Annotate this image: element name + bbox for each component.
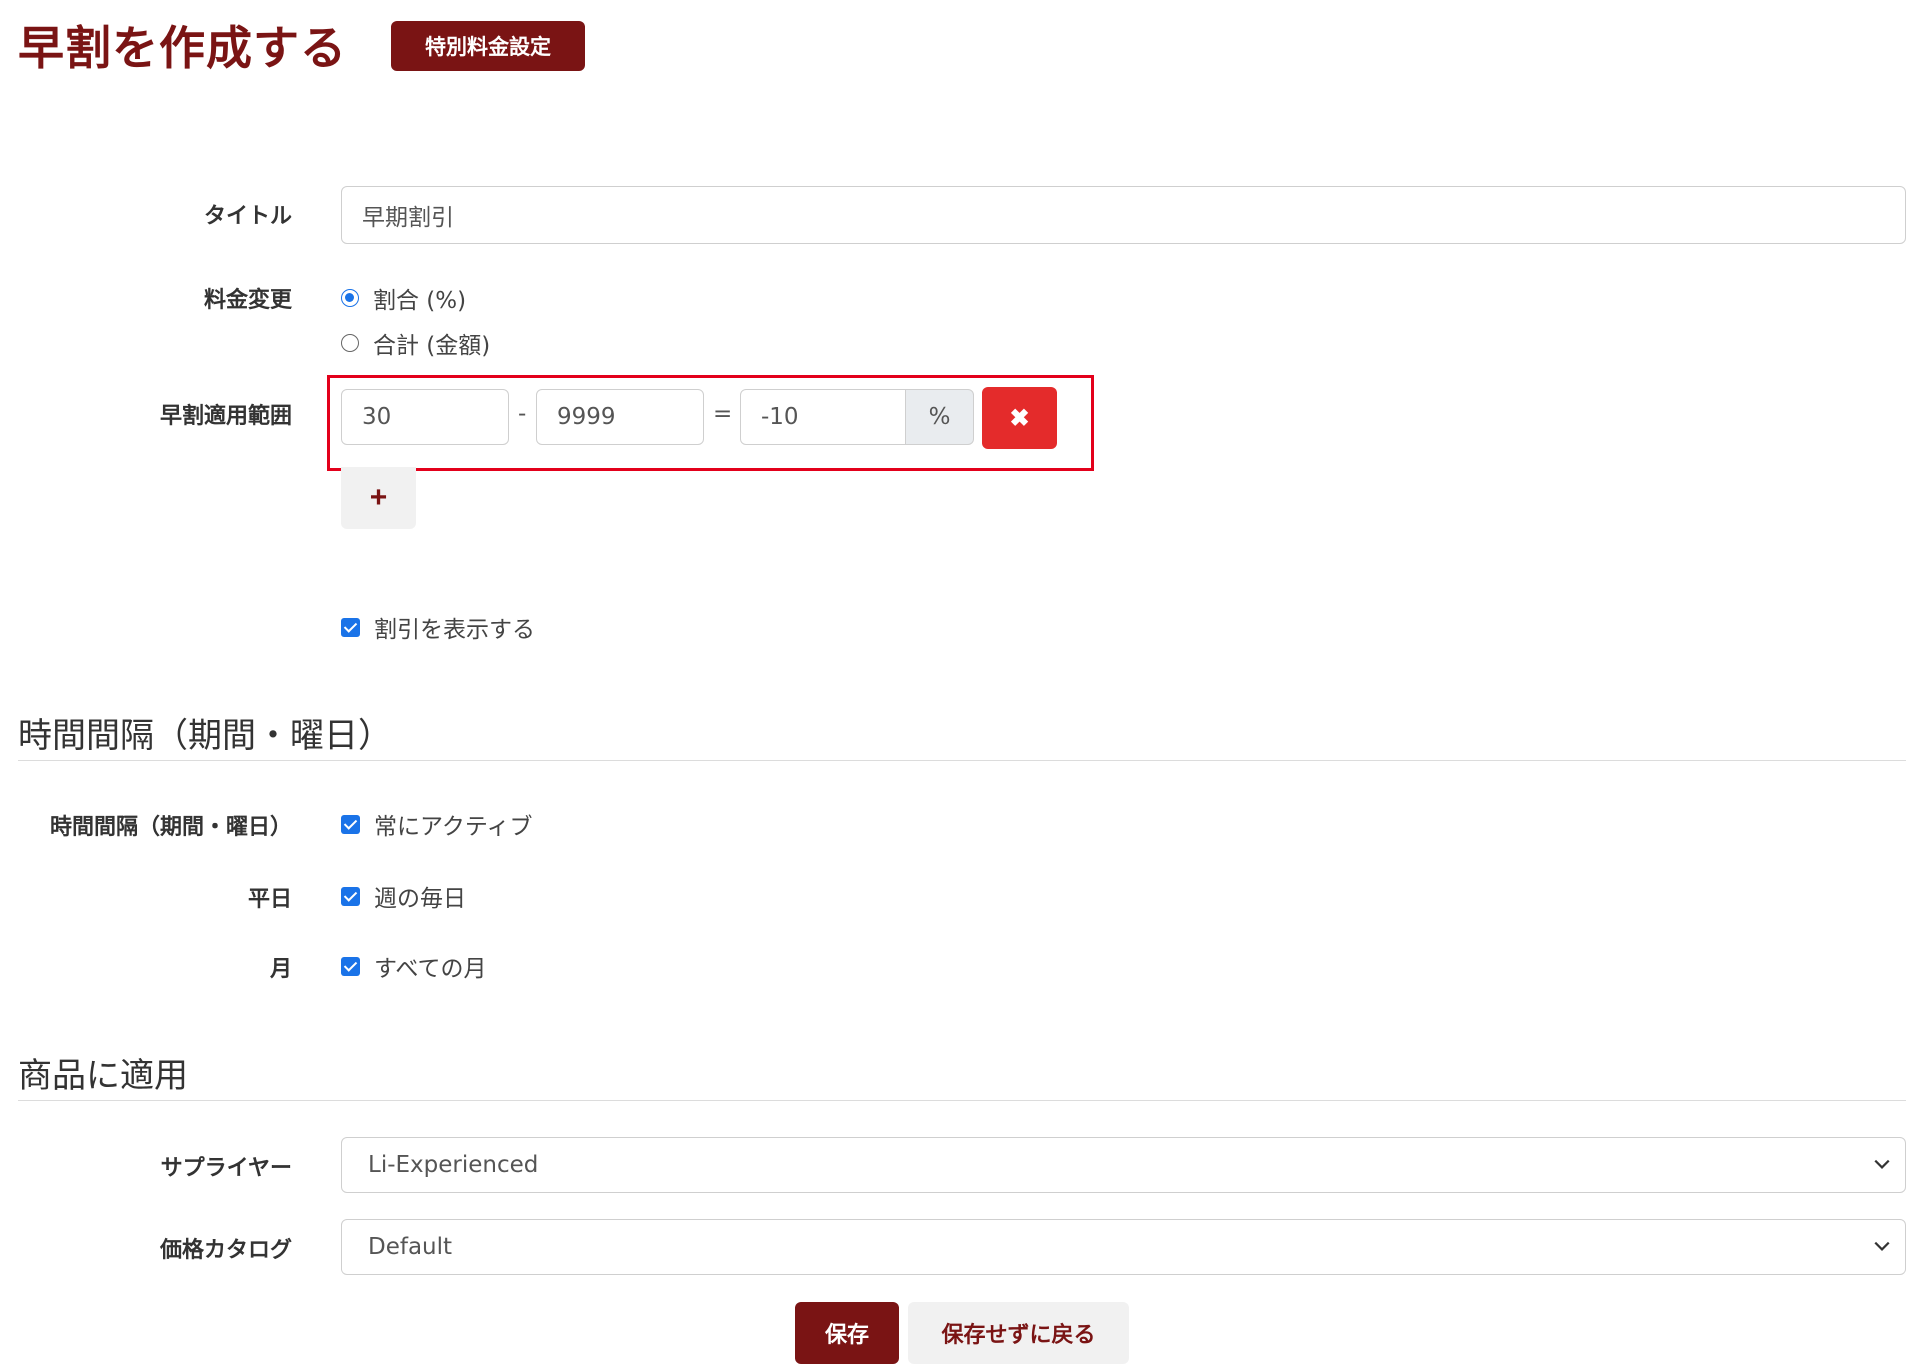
plus-icon: + [369,481,388,514]
checkbox-checked-icon[interactable] [341,814,360,834]
every-day-checkbox[interactable]: 週の毎日 [341,879,466,913]
page-title: 早割を作成する [18,21,347,75]
show-discount-checkbox[interactable]: 割引を表示する [341,610,535,644]
title-label: タイトル [203,204,292,229]
section-divider [18,1100,1906,1101]
supplier-selected-value: Li-Experienced [368,1152,539,1178]
chevron-down-icon [1874,1159,1890,1169]
range-label: 早割適用範囲 [159,404,292,429]
time-interval-label: 時間間隔（期間・曜日） [49,815,292,840]
range-from-input[interactable] [341,389,509,445]
checkbox-checked-icon[interactable] [341,956,360,976]
close-icon: ✖ [1009,404,1030,432]
always-active-label: 常にアクティブ [374,814,533,840]
price-change-label: 料金変更 [203,288,292,313]
discount-value-input[interactable] [740,389,906,445]
title-input[interactable] [341,186,1906,244]
all-months-label: すべての月 [374,956,487,982]
radio-total[interactable]: 合計 (金額) [341,326,490,360]
radio-percentage[interactable]: 割合 (%) [341,281,466,315]
supplier-label: サプライヤー [160,1156,292,1181]
range-to-input[interactable] [536,389,704,445]
section-title-time: 時間間隔（期間・曜日） [18,716,392,756]
every-day-label: 週の毎日 [374,886,466,912]
checkbox-checked-icon[interactable] [341,886,360,906]
catalog-selected-value: Default [368,1234,453,1260]
radio-total-label: 合計 (金額) [373,333,491,359]
radio-percentage-label: 割合 (%) [373,288,467,314]
catalog-label: 価格カタログ [159,1238,292,1263]
show-discount-label: 割引を表示する [374,617,535,643]
add-range-button[interactable]: + [341,467,416,529]
percent-addon: % [906,389,974,445]
back-without-saving-button[interactable]: 保存せずに戻る [908,1302,1129,1364]
all-months-checkbox[interactable]: すべての月 [341,949,486,983]
page-header: 早割を作成する [18,10,347,80]
checkbox-checked-icon[interactable] [341,617,360,637]
range-equals: = [713,401,733,427]
range-dash: - [518,401,527,427]
section-title-product: 商品に適用 [18,1056,188,1096]
month-label: 月 [269,957,292,982]
radio-total-button[interactable] [341,334,359,352]
section-divider [18,760,1906,761]
chevron-down-icon [1874,1241,1890,1251]
supplier-select[interactable]: Li-Experienced [341,1137,1906,1193]
radio-percentage-button[interactable] [341,289,359,307]
catalog-select[interactable]: Default [341,1219,1906,1275]
special-rate-settings-button[interactable]: 特別料金設定 [391,21,585,71]
save-button[interactable]: 保存 [795,1302,899,1364]
remove-range-button[interactable]: ✖ [982,387,1057,449]
always-active-checkbox[interactable]: 常にアクティブ [341,807,532,841]
weekday-label: 平日 [247,887,292,912]
